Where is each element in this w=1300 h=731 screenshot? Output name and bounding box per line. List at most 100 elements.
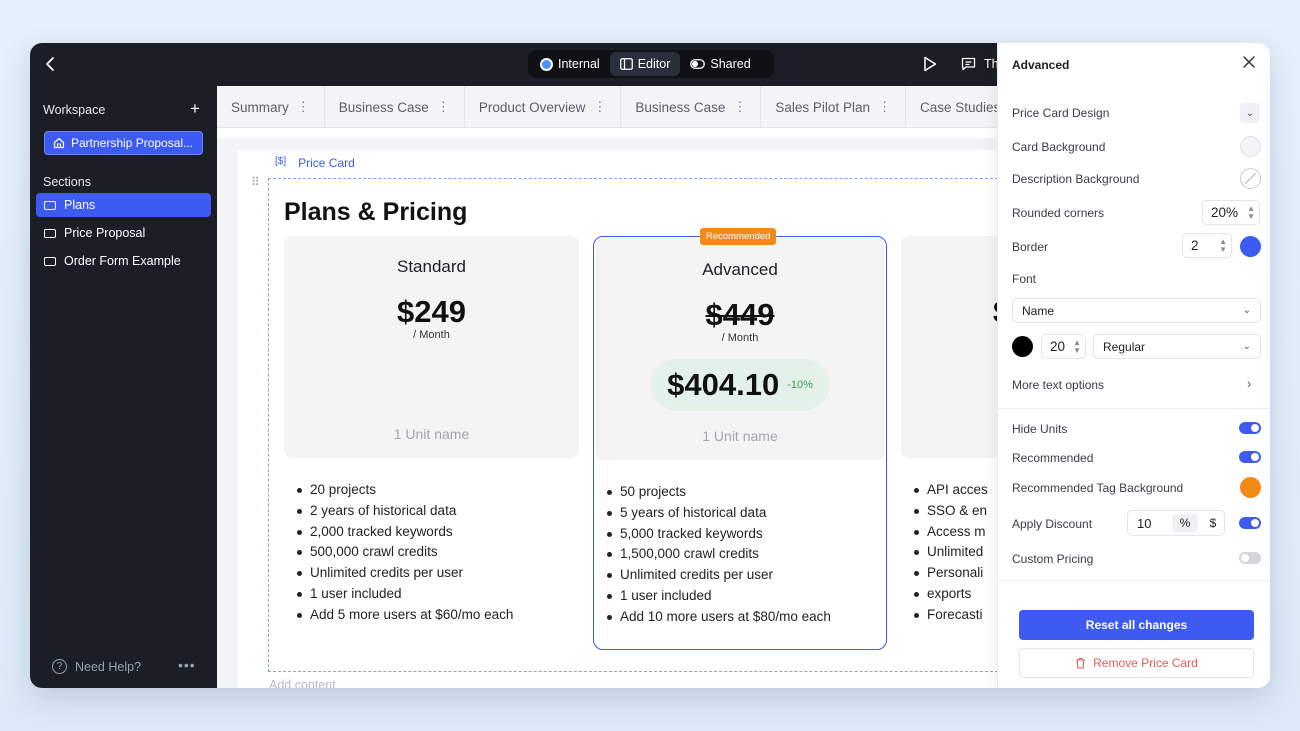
mode-internal-button[interactable]: Internal <box>530 52 610 76</box>
top-bar: Internal Editor Shared Th <box>30 43 999 86</box>
card-background-label: Card Background <box>1012 140 1106 154</box>
list-item: 1 user included <box>604 586 831 607</box>
spinner-icon[interactable]: ▲ ▼ <box>1247 204 1255 221</box>
tab-label: Product Overview <box>478 99 586 115</box>
border-width-stepper[interactable]: 2 ▲ ▼ <box>1182 233 1232 258</box>
sidebar-item-plans[interactable]: Plans <box>36 193 211 217</box>
apply-discount-toggle[interactable] <box>1239 517 1261 529</box>
feature-list-third: API acces SSO & en Access m Unlimited Pe… <box>911 480 988 626</box>
sidebar-item-label: Price Proposal <box>64 226 146 240</box>
recommended-tag-bg-swatch[interactable] <box>1240 477 1261 498</box>
close-icon[interactable] <box>1242 53 1256 74</box>
font-weight-select[interactable]: Regular ⌄ <box>1093 334 1261 359</box>
list-item: 2 years of historical data <box>294 501 513 522</box>
rounded-corners-stepper[interactable]: 20% ▲ ▼ <box>1202 200 1260 225</box>
list-item: API acces <box>911 480 988 501</box>
mode-editor-button[interactable]: Editor <box>609 52 681 76</box>
list-item: Unlimited <box>911 542 988 563</box>
workspace-item[interactable]: Partnership Proposal... <box>44 131 203 155</box>
price-card-standard[interactable]: Standard $249 / Month 1 Unit name <box>284 236 579 458</box>
divider <box>998 580 1270 581</box>
spinner-icon[interactable]: ▲ ▼ <box>1073 338 1081 355</box>
font-target-value: Name <box>1022 303 1055 318</box>
spinner-icon[interactable]: ▲ ▼ <box>1219 237 1227 254</box>
tab-summary[interactable]: Summary ⋮ <box>217 86 325 127</box>
trash-icon <box>1076 657 1086 669</box>
sidebar-item-order-form[interactable]: Order Form Example <box>36 249 211 273</box>
mode-shared-button[interactable]: Shared <box>680 52 760 76</box>
kebab-icon[interactable]: ⋮ <box>733 99 746 115</box>
hide-units-toggle[interactable] <box>1239 422 1261 434</box>
list-item: 500,000 crawl credits <box>294 542 513 563</box>
border-color-swatch[interactable] <box>1240 236 1261 257</box>
list-item: 2,000 tracked keywords <box>294 522 513 543</box>
feature-list-advanced: 50 projects 5 years of historical data 5… <box>604 482 831 628</box>
play-icon[interactable] <box>923 56 937 72</box>
list-item: SSO & en <box>911 501 988 522</box>
font-color-swatch[interactable] <box>1012 336 1033 357</box>
block-label-text: Price Card <box>298 156 355 170</box>
tab-product-overview[interactable]: Product Overview ⋮ <box>465 86 622 127</box>
recommended-label: Recommended <box>1012 451 1094 465</box>
price-card-third[interactable]: $ <box>901 236 997 458</box>
tab-sales-pilot-plan[interactable]: Sales Pilot Plan ⋮ <box>761 86 906 127</box>
discount-input[interactable]: 10 % $ <box>1127 510 1225 536</box>
kebab-icon[interactable]: ⋮ <box>593 99 606 115</box>
remove-price-card-button[interactable]: Remove Price Card <box>1019 648 1254 678</box>
card-name: Advanced <box>702 260 778 279</box>
discount-pill: $404.10 -10% <box>651 359 829 411</box>
list-item: Unlimited credits per user <box>604 565 831 586</box>
sidebar-item-label: Order Form Example <box>64 254 181 268</box>
app-window: Internal Editor Shared Th Workspace + Pa… <box>30 43 1270 688</box>
block-label[interactable]: [$] Price Card <box>275 156 355 170</box>
comment-icon[interactable] <box>961 57 976 71</box>
kebab-icon[interactable]: ⋮ <box>437 99 450 115</box>
rounded-corners-value: 20% <box>1211 205 1239 220</box>
custom-pricing-toggle[interactable] <box>1239 552 1261 564</box>
chevron-right-icon[interactable]: › <box>1247 376 1251 391</box>
discount-unit-percent[interactable]: % <box>1172 514 1198 532</box>
chevron-down-icon: ⌄ <box>1242 305 1251 316</box>
font-weight-value: Regular <box>1103 339 1146 354</box>
border-width-value: 2 <box>1191 238 1199 253</box>
mode-editor-label: Editor <box>637 57 671 71</box>
add-content-placeholder[interactable]: Add content <box>269 678 336 688</box>
drag-handle-icon[interactable]: ⠿ <box>251 175 260 189</box>
font-size-stepper[interactable]: 20 ▲ ▼ <box>1041 334 1086 359</box>
more-text-options-label[interactable]: More text options <box>1012 378 1104 392</box>
add-workspace-icon[interactable]: + <box>190 99 200 119</box>
price-block-icon: [$] <box>275 156 287 167</box>
sidebar: Workspace + Partnership Proposal... Sect… <box>30 86 217 688</box>
kebab-icon[interactable]: ⋮ <box>878 99 891 115</box>
sidebar-item-price-proposal[interactable]: Price Proposal <box>36 221 211 245</box>
font-target-select[interactable]: Name ⌄ <box>1012 298 1261 323</box>
list-item: Personali <box>911 563 988 584</box>
card-price: $249 <box>397 294 466 329</box>
tab-business-case-2[interactable]: Business Case ⋮ <box>621 86 762 127</box>
reset-label: Reset all changes <box>1085 618 1188 632</box>
discount-unit-dollar[interactable]: $ <box>1207 514 1219 532</box>
section-icon <box>44 228 56 238</box>
globe-dot-icon <box>540 57 553 71</box>
recommended-tag: Recommended <box>700 228 777 245</box>
more-options-icon[interactable]: ••• <box>178 657 196 673</box>
card-price-original: $449 <box>705 297 775 332</box>
discount-percent: -10% <box>787 379 813 391</box>
kebab-icon[interactable]: ⋮ <box>297 99 310 115</box>
list-item: Add 5 more users at $60/mo each <box>294 605 513 626</box>
reset-all-changes-button[interactable]: Reset all changes <box>1019 610 1254 640</box>
tab-business-case[interactable]: Business Case ⋮ <box>325 86 465 127</box>
tab-label: Business Case <box>635 99 726 115</box>
back-arrow-icon[interactable] <box>42 55 60 73</box>
help-link[interactable]: ? Need Help? <box>52 659 141 674</box>
list-item: 1,500,000 crawl credits <box>604 544 831 565</box>
chevron-down-icon[interactable]: ⌄ <box>1240 103 1260 123</box>
card-period: / Month <box>413 329 450 341</box>
font-size-value: 20 <box>1050 339 1066 354</box>
chevron-down-icon: ⌄ <box>1242 341 1251 352</box>
description-background-swatch[interactable] <box>1240 168 1261 189</box>
recommended-toggle[interactable] <box>1239 451 1261 463</box>
price-card-advanced[interactable]: Advanced $449 / Month $404.10 -10% 1 Uni… <box>595 238 885 460</box>
tab-case-studies[interactable]: Case Studies⋮ <box>906 86 997 127</box>
card-background-swatch[interactable] <box>1240 136 1261 157</box>
